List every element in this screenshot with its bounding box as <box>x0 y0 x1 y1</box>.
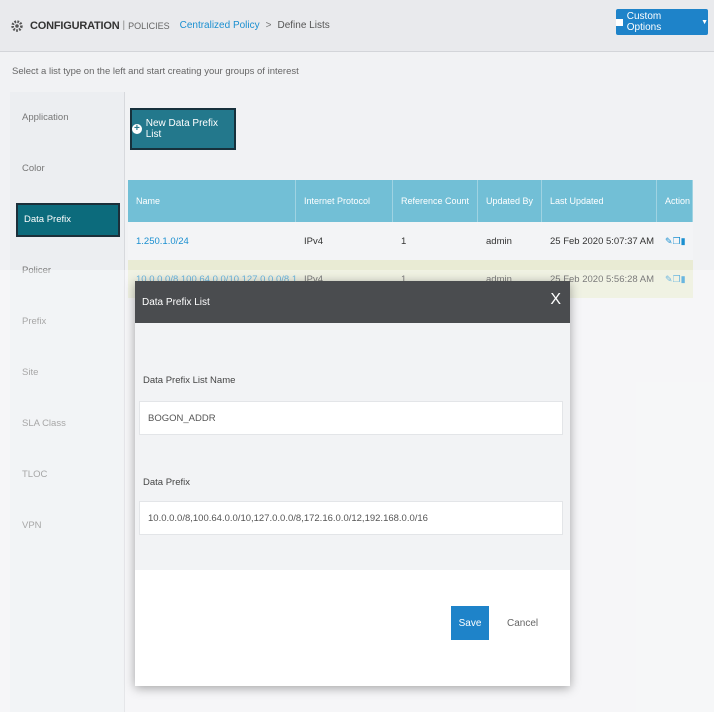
custom-options-button[interactable]: Custom Options ▼ <box>616 9 708 35</box>
table-header: Name Internet Protocol Reference Count U… <box>128 180 693 222</box>
row-reference-count: 1 <box>401 235 407 247</box>
table-row: 1.250.1.0/24 IPv4 1 admin 25 Feb 2020 5:… <box>128 222 693 260</box>
dialog-title: Data Prefix List <box>142 296 210 308</box>
column-header-updated-by[interactable]: Updated By <box>478 180 542 222</box>
breadcrumb-centralized-policy[interactable]: Centralized Policy <box>180 20 260 31</box>
gear-icon <box>11 19 23 32</box>
breadcrumb-current: Define Lists <box>277 20 330 31</box>
row-last-updated: 25 Feb 2020 5:07:37 AM -12 <box>550 235 657 247</box>
copy-icon[interactable]: ❐ <box>673 236 681 247</box>
instruction-text: Select a list type on the left and start… <box>12 66 299 77</box>
close-icon[interactable]: X <box>550 291 561 309</box>
breadcrumb-separator: > <box>265 20 272 31</box>
row-updated-by: admin <box>486 235 512 247</box>
top-header: CONFIGURATION | POLICIES Centralized Pol… <box>0 0 714 52</box>
cancel-button[interactable]: Cancel <box>507 606 538 640</box>
sidebar-active-wrapper: Data Prefix <box>10 194 124 245</box>
plus-icon: + <box>132 123 142 134</box>
column-header-action: Action <box>657 180 693 222</box>
section-subtitle: POLICIES <box>128 20 170 31</box>
edit-icon[interactable]: ✎ <box>665 236 673 247</box>
row-actions: ✎ ❐ ▮ <box>657 222 693 260</box>
dialog-header: Data Prefix List X <box>135 281 570 323</box>
row-name[interactable]: 1.250.1.0/24 <box>128 222 296 260</box>
list-name-input[interactable]: BOGON_ADDR <box>139 401 563 435</box>
column-header-last-updated[interactable]: Last Updated <box>542 180 657 222</box>
row-protocol: IPv4 <box>304 235 324 247</box>
column-header-name[interactable]: Name <box>128 180 296 222</box>
data-prefix-input[interactable]: 10.0.0.0/8,100.64.0.0/10,127.0.0.0/8,172… <box>139 501 563 535</box>
column-header-reference-count[interactable]: Reference Count <box>393 180 478 222</box>
section-title: CONFIGURATION <box>30 19 120 32</box>
new-data-prefix-list-button[interactable]: + New Data Prefix List <box>130 108 236 150</box>
dialog-footer: Save Cancel <box>135 570 570 686</box>
column-header-protocol[interactable]: Internet Protocol <box>296 180 393 222</box>
chevron-down-icon: ▼ <box>701 18 708 26</box>
title-divider: | <box>122 20 126 31</box>
sidebar-item-color[interactable]: Color <box>10 143 124 194</box>
options-icon <box>616 18 623 26</box>
list-name-label: Data Prefix List Name <box>143 375 236 386</box>
custom-options-label: Custom Options <box>626 11 662 33</box>
data-prefix-list-dialog: Data Prefix List X Data Prefix List Name… <box>135 281 570 686</box>
data-prefix-label: Data Prefix <box>143 477 190 488</box>
save-button[interactable]: Save <box>451 606 489 640</box>
new-button-label: New Data Prefix List <box>145 118 218 140</box>
delete-icon[interactable]: ▮ <box>681 236 686 247</box>
sidebar-item-application[interactable]: Application <box>10 92 124 143</box>
dialog-body: Data Prefix List Name BOGON_ADDR Data Pr… <box>135 323 570 570</box>
sidebar-item-data-prefix[interactable]: Data Prefix <box>16 202 120 237</box>
